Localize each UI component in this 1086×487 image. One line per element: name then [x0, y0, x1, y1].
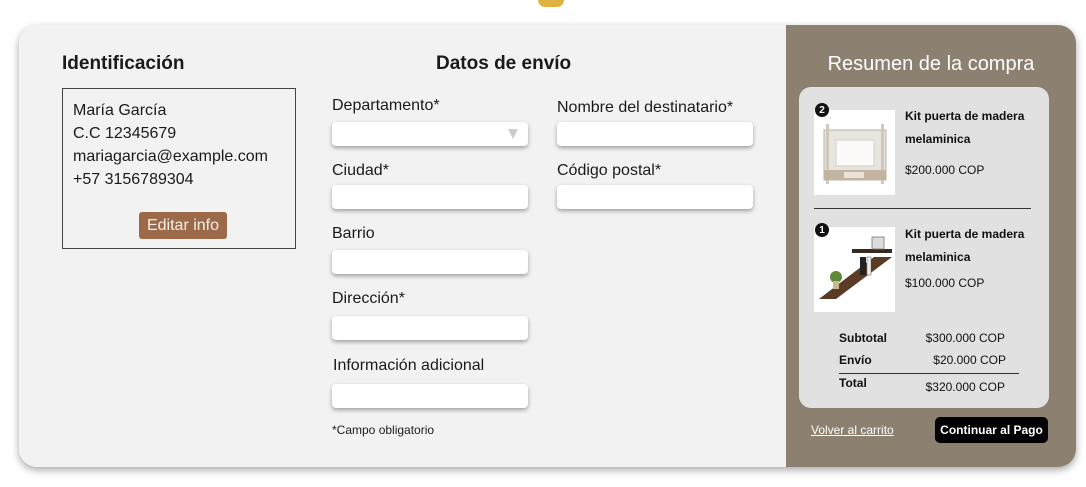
identification-box: María García C.C 12345679 mariagarcia@ex…: [62, 88, 296, 249]
quantity-badge: 1: [815, 223, 829, 237]
product-price: $200.000 COP: [905, 163, 985, 177]
customer-email: mariagarcia@example.com: [73, 148, 268, 165]
product-image-wall-shelf: [814, 227, 895, 312]
subtotal-value: $300.000 COP: [925, 331, 1005, 345]
total-value: $320.000 COP: [925, 380, 1005, 394]
top-accent-marker: [538, 0, 564, 7]
checkout-form-area: Identificación María García C.C 12345679…: [19, 25, 786, 467]
neighborhood-input[interactable]: [332, 250, 528, 274]
order-summary: Resumen de la compra 2 Kit puerta de mad…: [786, 25, 1076, 467]
recipient-input[interactable]: [557, 122, 753, 146]
address-label: Dirección*: [332, 290, 405, 307]
address-input[interactable]: [332, 316, 528, 340]
product-name: Kit puerta de madera melaminica: [905, 227, 1025, 264]
wall-shelf-furniture-icon: [819, 236, 892, 299]
edit-info-button[interactable]: Editar info: [139, 212, 227, 239]
shipping-cost-label: Envío: [839, 353, 872, 367]
total-label: Total: [839, 376, 867, 390]
required-field-note: *Campo obligatorio: [332, 423, 435, 437]
item-divider: [814, 208, 1031, 209]
summary-panel: 2 Kit puerta de madera melaminica $200.0…: [799, 87, 1049, 408]
city-label: Ciudad*: [332, 162, 389, 179]
quantity-badge: 2: [815, 103, 829, 117]
product-price: $100.000 COP: [905, 276, 985, 290]
postal-code-label: Código postal*: [557, 162, 662, 179]
shipping-title: Datos de envío: [436, 53, 572, 74]
shipping-cost-value: $20.000 COP: [933, 353, 1006, 367]
additional-info-label: Información adicional: [333, 357, 485, 374]
customer-name: María García: [73, 102, 167, 119]
recipient-label: Nombre del destinatario*: [557, 99, 734, 116]
additional-info-input[interactable]: [332, 384, 528, 408]
identification-title: Identificación: [62, 53, 185, 74]
city-input[interactable]: [332, 185, 528, 209]
chevron-down-icon: [508, 129, 518, 139]
customer-document: C.C 12345679: [73, 125, 177, 142]
back-to-cart-link[interactable]: Volver al carrito: [811, 423, 894, 437]
customer-phone: +57 3156789304: [73, 171, 194, 188]
product-name: Kit puerta de madera melaminica: [905, 109, 1025, 146]
checkout-card: Identificación María García C.C 12345679…: [19, 25, 1076, 467]
totals-divider: [839, 373, 1019, 374]
neighborhood-label: Barrio: [332, 225, 375, 242]
department-select[interactable]: [332, 122, 528, 146]
product-image-tv-stand: [814, 110, 895, 195]
subtotal-label: Subtotal: [839, 331, 887, 345]
tv-stand-furniture-icon: [823, 124, 887, 184]
summary-title: Resumen de la compra: [827, 53, 1035, 75]
continue-to-payment-button[interactable]: Continuar al Pago: [935, 417, 1048, 443]
department-label: Departamento*: [332, 97, 440, 114]
postal-code-input[interactable]: [557, 185, 753, 209]
